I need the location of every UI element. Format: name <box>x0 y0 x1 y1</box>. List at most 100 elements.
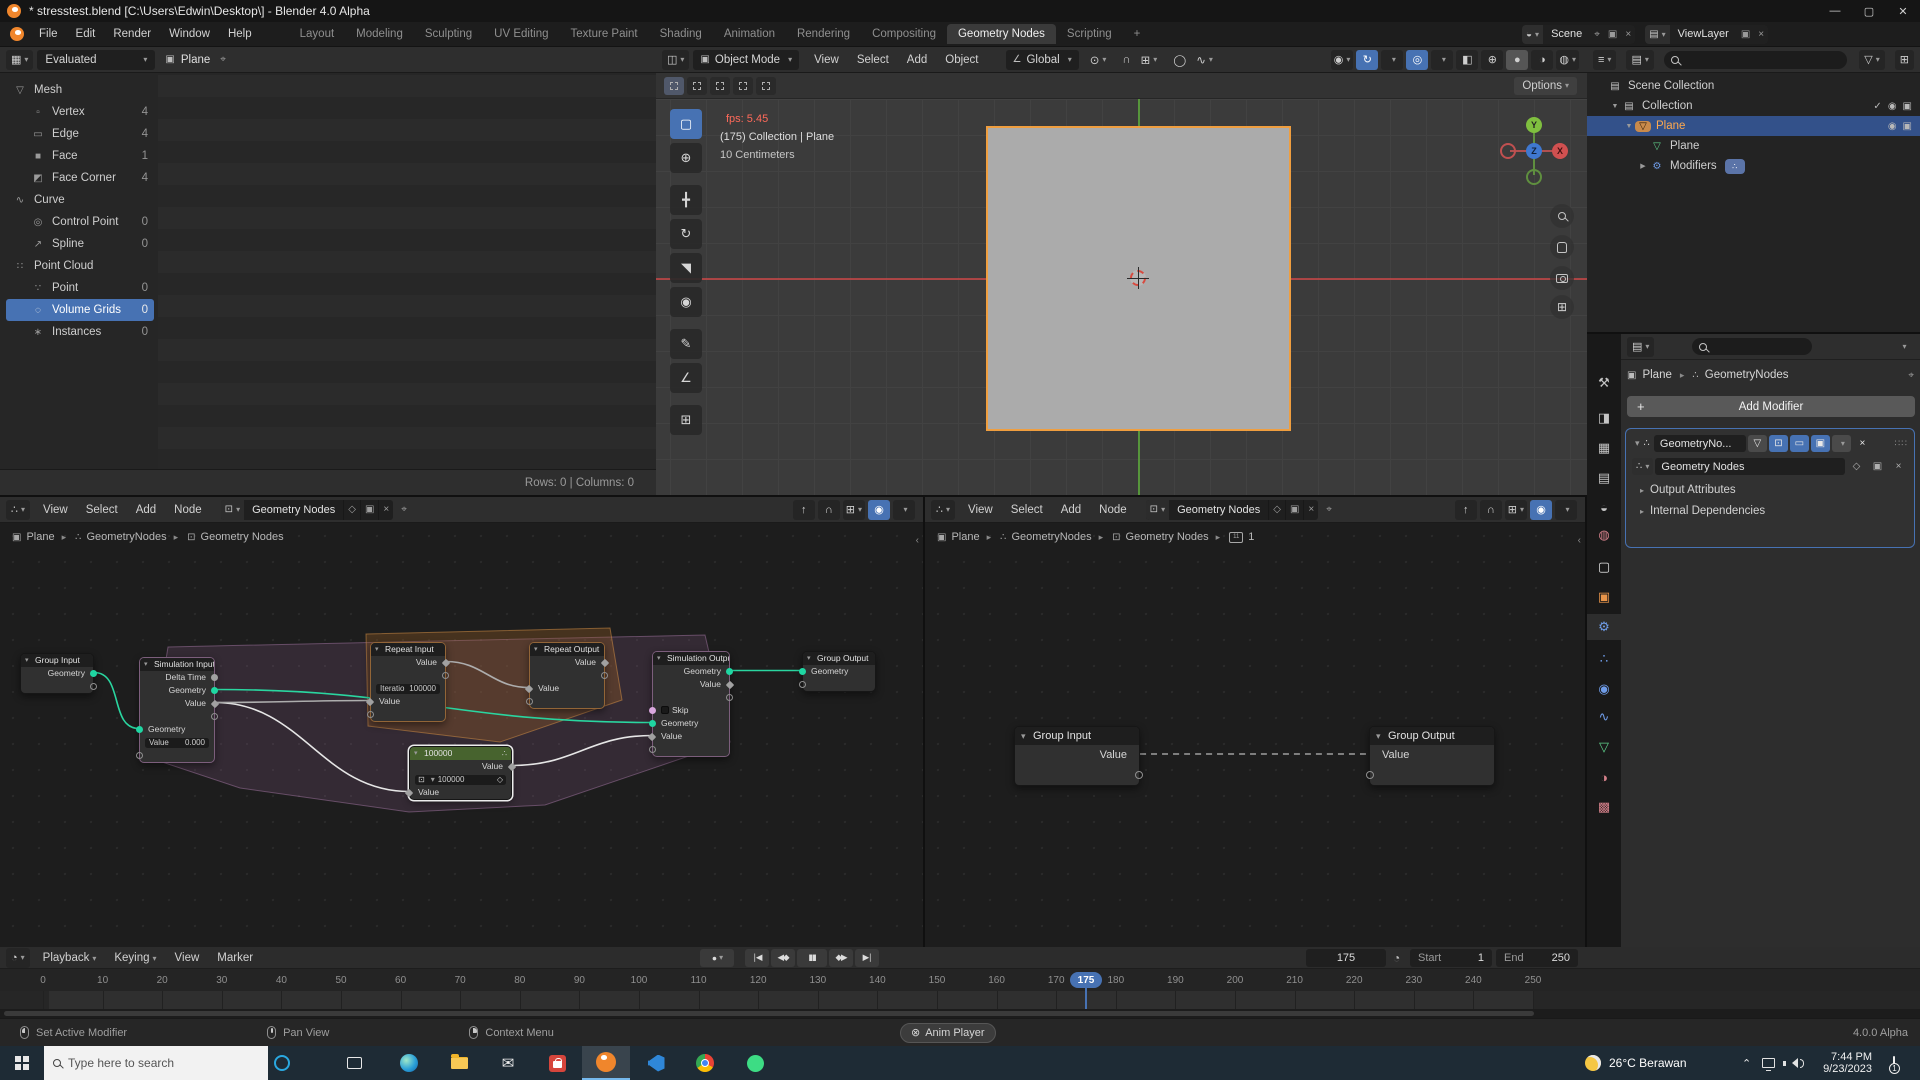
taskbar-app-edge[interactable] <box>385 1046 433 1080</box>
filter-icon[interactable]: ▽▾ <box>1859 50 1884 70</box>
gizmo-z-ball[interactable]: Z <box>1526 143 1542 159</box>
node-tree-selector[interactable]: ⊡▾ Geometry Nodes ◇ ▣ × <box>221 500 394 520</box>
spreadsheet-row-spline[interactable]: ↗Spline0 <box>6 233 154 255</box>
spreadsheet-row-edge[interactable]: ▭Edge4 <box>6 123 154 145</box>
socket-g[interactable] <box>649 720 656 727</box>
spreadsheet-row-instances[interactable]: ∗Instances0 <box>6 321 154 343</box>
shading-solid-button[interactable]: ● <box>1506 50 1528 70</box>
pin-icon[interactable]: ⌖ <box>1590 29 1604 40</box>
editor-type-icon[interactable]: ∴▾ <box>6 500 30 520</box>
spreadsheet-row-mesh[interactable]: ▽Mesh <box>6 79 154 101</box>
check-icon[interactable]: ✓ <box>1873 101 1881 112</box>
breadcrumb-item[interactable]: Plane <box>26 531 54 543</box>
copy-icon[interactable]: ▣ <box>1285 500 1303 520</box>
taskbar-search-input[interactable]: Type here to search <box>44 1046 268 1080</box>
notification-center-button[interactable]: 1 <box>1893 1057 1895 1069</box>
fake-user-shield-icon[interactable]: ◇ <box>343 500 360 520</box>
socket-g[interactable] <box>136 726 143 733</box>
select-mode-intersect-button[interactable] <box>756 77 776 95</box>
properties-tab-modifiers[interactable]: ⚙ <box>1587 614 1621 640</box>
playhead-line[interactable] <box>1085 988 1087 1009</box>
copy-icon[interactable]: ▣ <box>1868 458 1887 475</box>
tab-compositing[interactable]: Compositing <box>861 24 947 44</box>
proportional-falloff-dropdown[interactable]: ∿▾ <box>1191 50 1218 70</box>
mode-dropdown[interactable]: ▣Object Mode▾ <box>693 50 799 70</box>
section-output-attributes[interactable]: ▸Output Attributes <box>1640 484 1914 496</box>
pivot-point-dropdown[interactable]: ⊙▾ <box>1085 50 1112 70</box>
graph-left-node-repeat-output[interactable]: ▾Repeat OutputValueValue <box>529 642 605 709</box>
close-icon[interactable]: × <box>1621 29 1635 40</box>
outliner-row-modifiers[interactable]: ▶⚙Modifiers∴ <box>1587 156 1920 176</box>
gizmos-toggle[interactable]: ↻ <box>1356 50 1378 70</box>
socket-extend[interactable] <box>367 711 374 718</box>
edit-mode-toggle[interactable]: ▽ <box>1748 435 1767 452</box>
section-internal-dependencies[interactable]: ▸Internal Dependencies <box>1640 505 1914 517</box>
socket-extend[interactable] <box>726 694 733 701</box>
pin-icon[interactable]: ⌖ <box>401 504 407 515</box>
breadcrumb-modifier[interactable]: GeometryNodes <box>1705 369 1789 381</box>
viewlayer-selector[interactable]: ▤▾ ViewLayer ▣ × <box>1645 25 1768 44</box>
node-editor-right[interactable]: ▾Group InputValue▾Group OutputValue ∴▾ V… <box>925 497 1585 947</box>
menu-edit[interactable]: Edit <box>67 24 105 44</box>
close-button[interactable]: ✕ <box>1886 0 1920 22</box>
shading-wireframe-button[interactable]: ⊕ <box>1481 50 1503 70</box>
cage-toggle[interactable]: ⊡ <box>1769 435 1788 452</box>
playhead-frame-badge[interactable]: 175 <box>1070 972 1102 988</box>
timeline-menu-playback[interactable]: Playback▾ <box>34 948 106 968</box>
breadcrumb-item[interactable]: Geometry Nodes <box>201 531 284 543</box>
eye-icon[interactable]: ◉ <box>1888 101 1897 112</box>
breadcrumb-item[interactable]: Geometry Nodes <box>1126 531 1209 543</box>
socket-extend[interactable] <box>136 752 143 759</box>
node-tree-selector[interactable]: ⊡▾100000◇ <box>415 775 506 785</box>
socket-g[interactable] <box>211 687 218 694</box>
select-mode-new-button[interactable] <box>664 77 684 95</box>
editor-type-icon[interactable]: ▤▾ <box>1627 337 1654 357</box>
overlays-toggle[interactable]: ◉ <box>868 500 890 520</box>
properties-tab-physics[interactable]: ◉ <box>1587 676 1621 702</box>
snap-settings-dropdown[interactable]: ⊞▾ <box>1136 50 1163 70</box>
shading-rendered-button[interactable]: ◍▾ <box>1556 50 1579 70</box>
menu-render[interactable]: Render <box>104 24 160 44</box>
socket-extend[interactable] <box>1366 771 1374 779</box>
node-header[interactable]: ▾100000∴ <box>410 747 511 760</box>
spreadsheet-row-face[interactable]: ■Face1 <box>6 145 154 167</box>
properties-tab-object-data[interactable]: ▽ <box>1587 734 1621 760</box>
select-mode-invert-button[interactable] <box>733 77 753 95</box>
measure-tool[interactable]: ∠ <box>670 363 702 393</box>
frame-end-field[interactable]: End250 <box>1496 949 1578 967</box>
socket-g[interactable] <box>726 668 733 675</box>
properties-tab-object[interactable]: ▣ <box>1587 584 1621 610</box>
socket-extend[interactable] <box>601 672 608 679</box>
modifier-name-field[interactable]: GeometryNo... <box>1654 435 1746 452</box>
sidebar-collapse-arrow[interactable]: ‹ <box>916 535 919 546</box>
copy-icon[interactable]: ▣ <box>1604 29 1621 40</box>
gizmo-x-plus-ball[interactable]: X <box>1552 143 1568 159</box>
realtime-toggle[interactable]: ▭ <box>1790 435 1809 452</box>
tab-scripting[interactable]: Scripting <box>1056 24 1123 44</box>
zoom-button[interactable] <box>1550 204 1574 228</box>
start-button[interactable] <box>0 1046 44 1080</box>
render-toggle[interactable]: ▣ <box>1811 435 1830 452</box>
timeline-scrollbar[interactable] <box>0 1009 1920 1018</box>
maximize-button[interactable]: ▢ <box>1852 0 1886 22</box>
gizmo-y-plus-ball[interactable]: Y <box>1526 117 1542 133</box>
visibility-dropdown[interactable]: ◉▾ <box>1331 50 1354 70</box>
disclosure-icon[interactable]: ▼ <box>1623 123 1635 130</box>
graph-left-node-group-output[interactable]: ▾Group OutputGeometry <box>802 651 876 692</box>
snap-dropdown[interactable]: ⊞▾ <box>843 500 865 520</box>
properties-tab-constraints[interactable]: ∿ <box>1587 704 1621 730</box>
pan-button[interactable] <box>1550 235 1574 259</box>
graph-right-node-group-input[interactable]: ▾Group InputValue <box>1014 726 1140 786</box>
properties-tab-output[interactable]: ▦ <box>1587 435 1621 461</box>
graph-left-node-value-group[interactable]: ▾100000∴Value⊡▾100000◇Value <box>409 746 512 800</box>
current-frame-field[interactable]: 175 <box>1306 949 1386 967</box>
drag-handle-icon[interactable]: ∷∷ <box>1895 438 1908 449</box>
graph-left-node-simulation-output[interactable]: ▾Simulation OutputGeometryValueSkipGeome… <box>652 651 730 757</box>
jump-to-end-button[interactable]: ▶∣ <box>855 949 879 967</box>
select-mode-subtract-button[interactable] <box>710 77 730 95</box>
editor-type-icon[interactable]: ◫▾ <box>662 50 689 70</box>
blender-menu-icon[interactable] <box>10 27 24 41</box>
socket-df[interactable] <box>1136 751 1143 758</box>
geometry-nodes-badge-icon[interactable]: ∴ <box>1725 159 1745 174</box>
socket-extend[interactable] <box>1135 771 1143 779</box>
